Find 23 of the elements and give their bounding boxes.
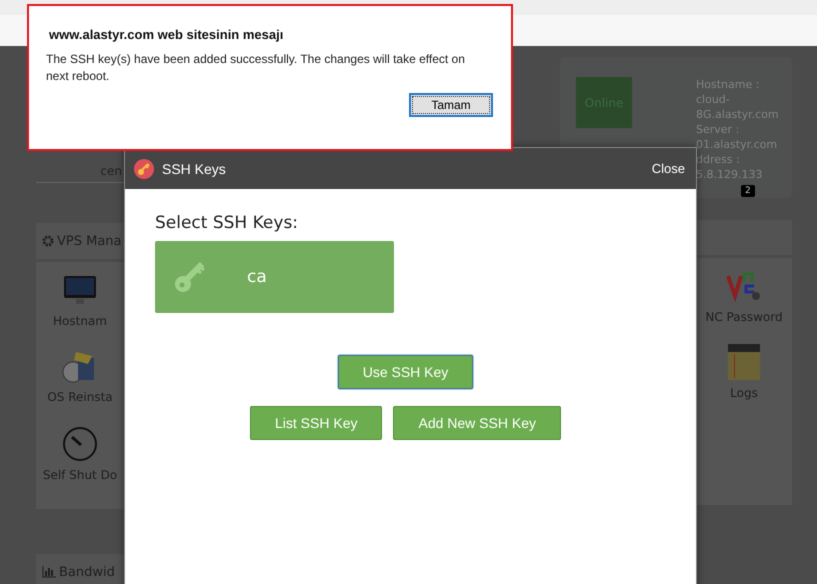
key-name: ca bbox=[247, 267, 267, 287]
vnc-key-icon bbox=[726, 270, 762, 304]
tool-label[interactable]: OS Reinsta bbox=[47, 390, 113, 404]
timer-icon bbox=[61, 424, 99, 462]
key-icon bbox=[173, 260, 207, 294]
section-heading: Select SSH Keys: bbox=[155, 213, 300, 233]
tool-label[interactable]: Logs bbox=[730, 386, 758, 400]
use-ssh-key-button[interactable]: Use SSH Key bbox=[338, 355, 474, 389]
gear-icon bbox=[42, 235, 54, 247]
bar-chart-icon bbox=[42, 566, 56, 578]
notepad-icon bbox=[728, 344, 760, 380]
count-badge: 2 bbox=[741, 185, 755, 197]
ssh-key-button[interactable]: Add New SSH Key bbox=[393, 406, 561, 440]
ssh-key-button[interactable]: List SSH Key bbox=[250, 406, 382, 440]
ok-button[interactable]: Tamam bbox=[409, 93, 493, 117]
alert-message: The SSH key(s) have been added successfully. The changes will take effect on next reboot. bbox=[46, 51, 466, 85]
ssh-key-card[interactable]: ca bbox=[155, 241, 394, 313]
tool-label[interactable]: NC Password bbox=[705, 310, 783, 324]
tool-label[interactable]: Hostnam bbox=[53, 314, 107, 328]
key-icon bbox=[134, 158, 154, 178]
dialog-title: SSH Keys bbox=[162, 160, 227, 176]
alert-title: www.alastyr.com web sitesinin mesajı bbox=[48, 27, 284, 42]
close-button[interactable]: Close bbox=[652, 161, 685, 176]
